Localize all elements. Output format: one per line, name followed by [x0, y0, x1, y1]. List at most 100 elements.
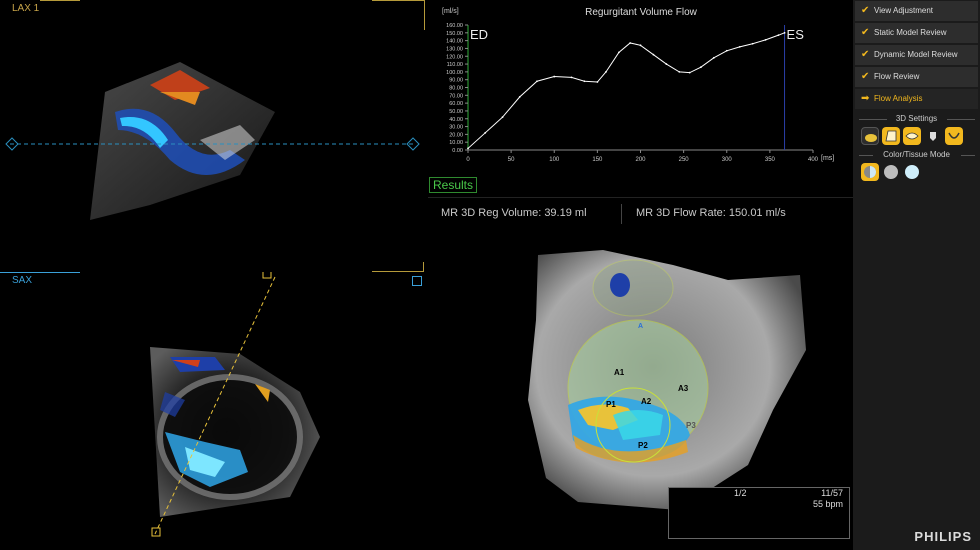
data-point [751, 42, 754, 45]
data-point [501, 116, 504, 119]
color-only-icon[interactable] [903, 163, 921, 181]
y-tick-label: 140.00 [446, 39, 463, 45]
data-point [536, 80, 538, 83]
x-tick-label: 150 [592, 157, 603, 163]
y-tick-label: 90.00 [449, 78, 463, 84]
data-point [738, 45, 741, 48]
workflow-sidebar: ✔ View Adjustment ✔ Static Model Review … [853, 0, 980, 550]
x-tick-label: 300 [722, 157, 733, 163]
results-divider [621, 204, 622, 224]
arrow-right-icon: ➡ [861, 93, 870, 104]
data-point [583, 80, 586, 83]
ecg-panel: 1/2 11/57 55 bpm [668, 487, 850, 539]
nav-flow-analysis[interactable]: ➡ Flow Analysis [855, 89, 978, 109]
x-tick-label: 0 [466, 157, 470, 163]
x-axis-unit: [ms] [821, 155, 834, 162]
x-tick-label: 400 [808, 157, 819, 163]
lax-corner-tl [40, 0, 80, 1]
data-point [725, 49, 728, 52]
y-axis-unit: [ml/s] [442, 8, 459, 15]
lax-viewport[interactable]: LAX 1 [0, 0, 425, 272]
data-point [639, 44, 642, 47]
data-point [712, 56, 715, 59]
ecg-page-indicator: 1/2 [734, 488, 747, 498]
heart-rate: 55 bpm [812, 499, 843, 509]
y-tick-label: 30.00 [449, 125, 463, 131]
chart-title: Regurgitant Volume Flow [585, 7, 698, 18]
maximize-icon[interactable] [412, 276, 422, 286]
y-tick-label: 50.00 [449, 109, 463, 115]
sax-echo-image [150, 272, 320, 537]
lax-echo-image [5, 62, 420, 220]
data-point [699, 66, 702, 69]
tissue-view-icon[interactable] [861, 127, 879, 145]
check-icon: ✔ [861, 71, 870, 82]
check-icon: ✔ [861, 49, 870, 60]
y-tick-label: 120.00 [446, 54, 463, 60]
label-p3: P3 [686, 421, 696, 430]
sax-frame-top-right [372, 271, 424, 272]
shield-icon[interactable] [924, 127, 942, 145]
check-icon: ✔ [861, 5, 870, 16]
data-point [688, 71, 691, 74]
x-tick-label: 350 [765, 157, 776, 163]
data-point [518, 95, 521, 98]
tissue-only-icon[interactable] [882, 163, 900, 181]
nav-label: Dynamic Model Review [874, 50, 958, 59]
label-p2: P2 [638, 441, 648, 450]
label-p1: P1 [606, 400, 616, 409]
nav-static-model-review[interactable]: ✔ Static Model Review [855, 23, 978, 43]
flow-rate-readout: MR 3D Flow Rate: 150.01 ml/s [636, 207, 786, 219]
lax-frame-right [424, 0, 425, 30]
nav-label: Flow Review [874, 72, 920, 81]
sax-viewport[interactable]: SAX [0, 271, 425, 550]
data-point [783, 31, 786, 34]
y-tick-label: 100.00 [446, 70, 463, 76]
bowl-view-icon[interactable] [945, 127, 963, 145]
y-tick-label: 160.00 [446, 23, 463, 29]
data-point [605, 70, 607, 73]
x-tick-label: 50 [508, 157, 515, 163]
valve-3d-view[interactable]: A1 A2 A3 P1 P2 P3 A 1/2 11/57 55 bpm [428, 230, 853, 550]
y-tick-label: 60.00 [449, 101, 463, 107]
results-bar: MR 3D Reg Volume: 39.19 ml MR 3D Flow Ra… [428, 197, 853, 227]
check-icon: ✔ [861, 27, 870, 38]
lax-corner-tr [372, 0, 424, 1]
regurgitant-flow-chart: Regurgitant Volume Flow [ml/s] [ms] 0.00 10.… [428, 0, 853, 175]
divider [947, 119, 975, 120]
data-point [764, 38, 767, 41]
results-tab[interactable]: Results [429, 177, 477, 193]
y-tick-label: 10.00 [449, 140, 463, 146]
data-point [570, 76, 573, 79]
nav-view-adjustment[interactable]: ✔ View Adjustment [855, 1, 978, 21]
x-tick-label: 200 [635, 157, 646, 163]
label-a3: A3 [678, 384, 689, 393]
nav-dynamic-model-review[interactable]: ✔ Dynamic Model Review [855, 45, 978, 65]
marker-label-es: ES [787, 27, 805, 42]
divider [961, 155, 975, 156]
data-point [596, 81, 599, 83]
data-point [777, 34, 780, 37]
y-tick-label: 40.00 [449, 117, 463, 123]
data-point [467, 147, 469, 150]
nav-flow-review[interactable]: ✔ Flow Review [855, 67, 978, 87]
nav-label: View Adjustment [874, 6, 933, 15]
reg-volume-readout: MR 3D Reg Volume: 39.19 ml [441, 207, 587, 219]
marker-label-ed: ED [470, 27, 488, 42]
x-tick-label: 100 [549, 157, 560, 163]
y-tick-label: 70.00 [449, 93, 463, 99]
lax-label: LAX 1 [12, 3, 40, 14]
nav-label: Static Model Review [874, 28, 947, 37]
brand-logo: PHILIPS [914, 529, 972, 544]
box-view-icon[interactable] [882, 127, 900, 145]
y-tick-label: 150.00 [446, 31, 463, 37]
valve-view-icon[interactable] [903, 127, 921, 145]
ecg-frame-counter: 11/57 [821, 488, 843, 498]
data-point [629, 42, 632, 44]
y-tick-label: 110.00 [447, 62, 463, 68]
y-tick-label: 130.00 [446, 46, 463, 52]
nav-label: Flow Analysis [874, 94, 923, 103]
color-tissue-toggle-icon[interactable] [861, 163, 879, 181]
y-tick-label: 0.00 [452, 148, 463, 154]
y-tick-label: 80.00 [449, 86, 463, 92]
